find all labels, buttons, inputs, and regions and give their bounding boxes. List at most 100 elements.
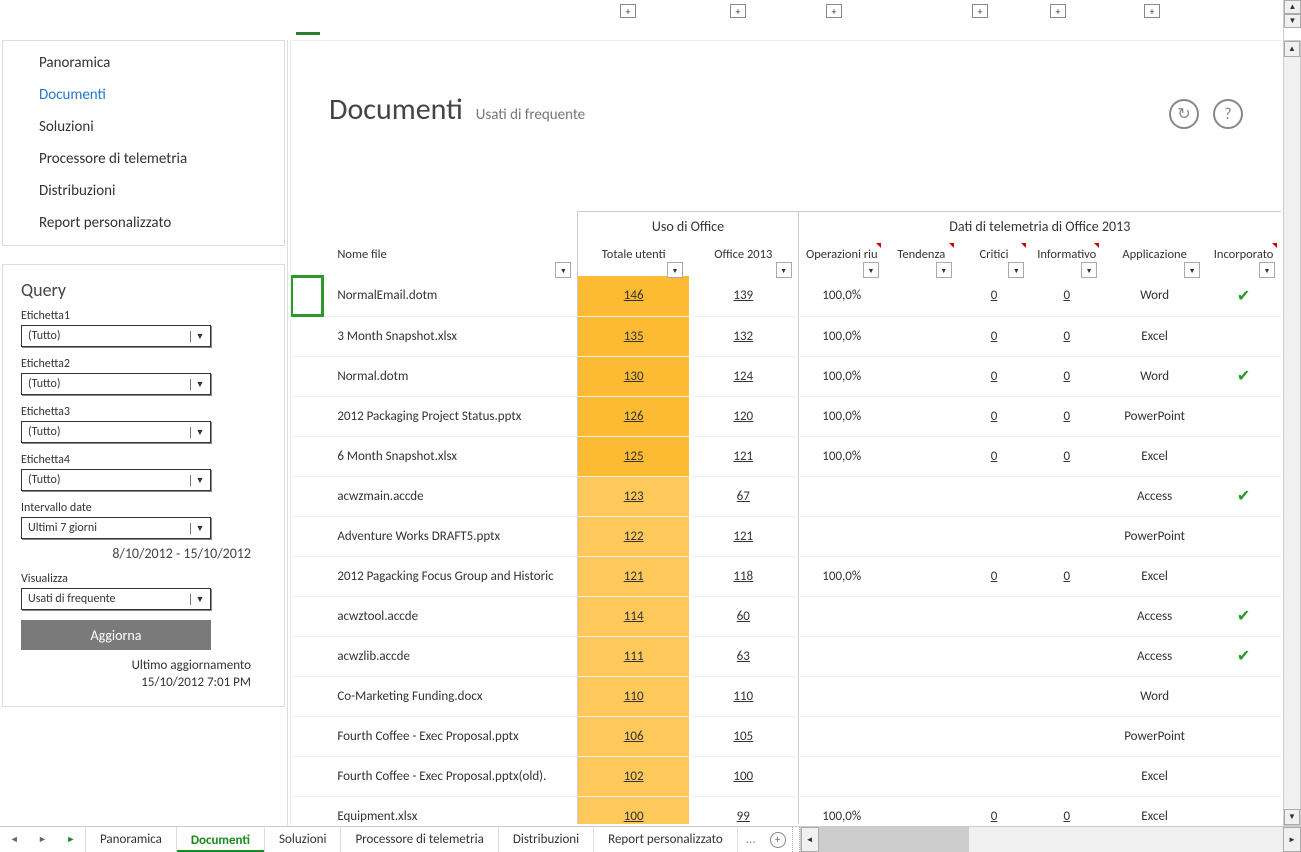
- select-etichetta1[interactable]: (Tutto)▼: [21, 325, 211, 347]
- cell-filename[interactable]: 2012 Pagacking Focus Group and Historic: [323, 556, 578, 596]
- link-informative[interactable]: 0: [1063, 369, 1070, 384]
- link-total-users[interactable]: 125: [624, 449, 644, 464]
- link-office2013[interactable]: 110: [733, 689, 753, 704]
- link-critical[interactable]: 0: [991, 369, 998, 384]
- link-informative[interactable]: 0: [1063, 409, 1070, 424]
- sidebar-item-processore-di-telemetria[interactable]: Processore di telemetria: [3, 143, 284, 175]
- select-etichetta2[interactable]: (Tutto)▼: [21, 373, 211, 395]
- sheet-tab-documenti[interactable]: Documenti: [177, 827, 265, 852]
- column-expand-button[interactable]: +: [730, 4, 746, 18]
- link-critical[interactable]: 0: [991, 329, 998, 344]
- sheet-nav-arrows[interactable]: ◄►►: [0, 827, 86, 852]
- filter-app[interactable]: ▼: [1184, 262, 1200, 278]
- vertical-scrollbar[interactable]: ▲ ▼: [1283, 40, 1301, 826]
- filter-op[interactable]: ▼: [863, 262, 879, 278]
- split-up[interactable]: ▲: [1284, 0, 1301, 14]
- sheet-tab-report-personalizzato[interactable]: Report personalizzato: [594, 827, 738, 852]
- sidebar-item-distribuzioni[interactable]: Distribuzioni: [3, 175, 284, 207]
- link-total-users[interactable]: 100: [624, 809, 644, 824]
- link-office2013[interactable]: 100: [733, 769, 753, 784]
- scroll-up[interactable]: ▲: [1284, 41, 1300, 57]
- cell-filename[interactable]: Equipment.xlsx: [323, 796, 578, 824]
- link-office2013[interactable]: 121: [733, 449, 753, 464]
- link-total-users[interactable]: 126: [624, 409, 644, 424]
- filter-tend[interactable]: ▼: [936, 262, 952, 278]
- link-total-users[interactable]: 106: [624, 729, 644, 744]
- link-office2013[interactable]: 67: [737, 489, 750, 504]
- filter-tot[interactable]: ▼: [667, 262, 683, 278]
- sidebar-item-soluzioni[interactable]: Soluzioni: [3, 111, 284, 143]
- tab-resize-handle[interactable]: [792, 827, 800, 852]
- link-office2013[interactable]: 124: [733, 369, 753, 384]
- scroll-down[interactable]: ▼: [1284, 809, 1300, 825]
- link-informative[interactable]: 0: [1063, 449, 1070, 464]
- cell-filename[interactable]: NormalEmail.dotm: [323, 276, 578, 316]
- column-expand-button[interactable]: +: [1050, 4, 1066, 18]
- filter-name[interactable]: ▼: [555, 262, 571, 278]
- link-office2013[interactable]: 121: [733, 529, 753, 544]
- select-etichetta4[interactable]: (Tutto)▼: [21, 469, 211, 491]
- cell-filename[interactable]: 6 Month Snapshot.xlsx: [323, 436, 578, 476]
- cell-filename[interactable]: acwztool.accde: [323, 596, 578, 636]
- select-date-range[interactable]: Ultimi 7 giorni▼: [21, 517, 211, 539]
- link-total-users[interactable]: 111: [624, 649, 644, 664]
- link-total-users[interactable]: 122: [624, 529, 644, 544]
- cell-filename[interactable]: Fourth Coffee - Exec Proposal.pptx(old).: [323, 756, 578, 796]
- sheet-tab-processore-di-telemetria[interactable]: Processore di telemetria: [341, 827, 498, 852]
- cell-filename[interactable]: Normal.dotm: [323, 356, 578, 396]
- sheet-overflow[interactable]: ...: [738, 827, 764, 852]
- cell-filename[interactable]: Fourth Coffee - Exec Proposal.pptx: [323, 716, 578, 756]
- refresh-button[interactable]: Aggiorna: [21, 620, 211, 650]
- hscroll-right[interactable]: ►: [1283, 827, 1301, 852]
- sheet-tab-distribuzioni[interactable]: Distribuzioni: [499, 827, 594, 852]
- column-expand-button[interactable]: +: [1144, 4, 1160, 18]
- hscroll-left[interactable]: ◄: [801, 827, 819, 852]
- link-critical[interactable]: 0: [991, 809, 998, 824]
- column-expand-button[interactable]: +: [972, 4, 988, 18]
- link-office2013[interactable]: 120: [733, 409, 753, 424]
- horizontal-scrollbar[interactable]: ◄ ►: [800, 827, 1301, 852]
- cell-filename[interactable]: acwzmain.accde: [323, 476, 578, 516]
- sheet-tab-soluzioni[interactable]: Soluzioni: [265, 827, 341, 852]
- hscroll-thumb[interactable]: [819, 827, 969, 852]
- help-icon[interactable]: ?: [1213, 99, 1243, 129]
- link-informative[interactable]: 0: [1063, 288, 1070, 303]
- link-critical[interactable]: 0: [991, 449, 998, 464]
- column-expand-button[interactable]: +: [826, 4, 842, 18]
- link-office2013[interactable]: 60: [737, 609, 750, 624]
- cell-filename[interactable]: acwzlib.accde: [323, 636, 578, 676]
- sidebar-item-documenti[interactable]: Documenti: [3, 79, 284, 111]
- filter-o2013[interactable]: ▼: [776, 262, 792, 278]
- link-critical[interactable]: 0: [991, 288, 998, 303]
- link-office2013[interactable]: 63: [737, 649, 750, 664]
- cell-filename[interactable]: 2012 Packaging Project Status.pptx: [323, 396, 578, 436]
- link-office2013[interactable]: 118: [733, 569, 753, 584]
- sidebar-item-report-personalizzato[interactable]: Report personalizzato: [3, 207, 284, 239]
- split-down[interactable]: ▼: [1284, 14, 1301, 28]
- filter-crit[interactable]: ▼: [1008, 262, 1024, 278]
- sheet-tab-panoramica[interactable]: Panoramica: [86, 827, 177, 852]
- link-office2013[interactable]: 105: [733, 729, 753, 744]
- link-total-users[interactable]: 121: [624, 569, 644, 584]
- cell-filename[interactable]: 3 Month Snapshot.xlsx: [323, 316, 578, 356]
- select-view[interactable]: Usati di frequente▼: [21, 588, 211, 610]
- link-informative[interactable]: 0: [1063, 809, 1070, 824]
- select-etichetta3[interactable]: (Tutto)▼: [21, 421, 211, 443]
- sidebar-item-panoramica[interactable]: Panoramica: [3, 47, 284, 79]
- link-office2013[interactable]: 139: [733, 288, 753, 303]
- cell-filename[interactable]: Adventure Works DRAFT5.pptx: [323, 516, 578, 556]
- column-expand-button[interactable]: +: [620, 4, 636, 18]
- link-total-users[interactable]: 135: [624, 329, 644, 344]
- link-informative[interactable]: 0: [1063, 569, 1070, 584]
- filter-inc[interactable]: ▼: [1259, 262, 1275, 278]
- link-total-users[interactable]: 102: [624, 769, 644, 784]
- link-total-users[interactable]: 146: [624, 288, 644, 303]
- link-total-users[interactable]: 123: [624, 489, 644, 504]
- refresh-icon[interactable]: ↻: [1169, 99, 1199, 129]
- add-sheet-button[interactable]: +: [764, 827, 792, 852]
- link-total-users[interactable]: 110: [624, 689, 644, 704]
- link-critical[interactable]: 0: [991, 409, 998, 424]
- link-critical[interactable]: 0: [991, 569, 998, 584]
- link-total-users[interactable]: 130: [624, 369, 644, 384]
- filter-info[interactable]: ▼: [1081, 262, 1097, 278]
